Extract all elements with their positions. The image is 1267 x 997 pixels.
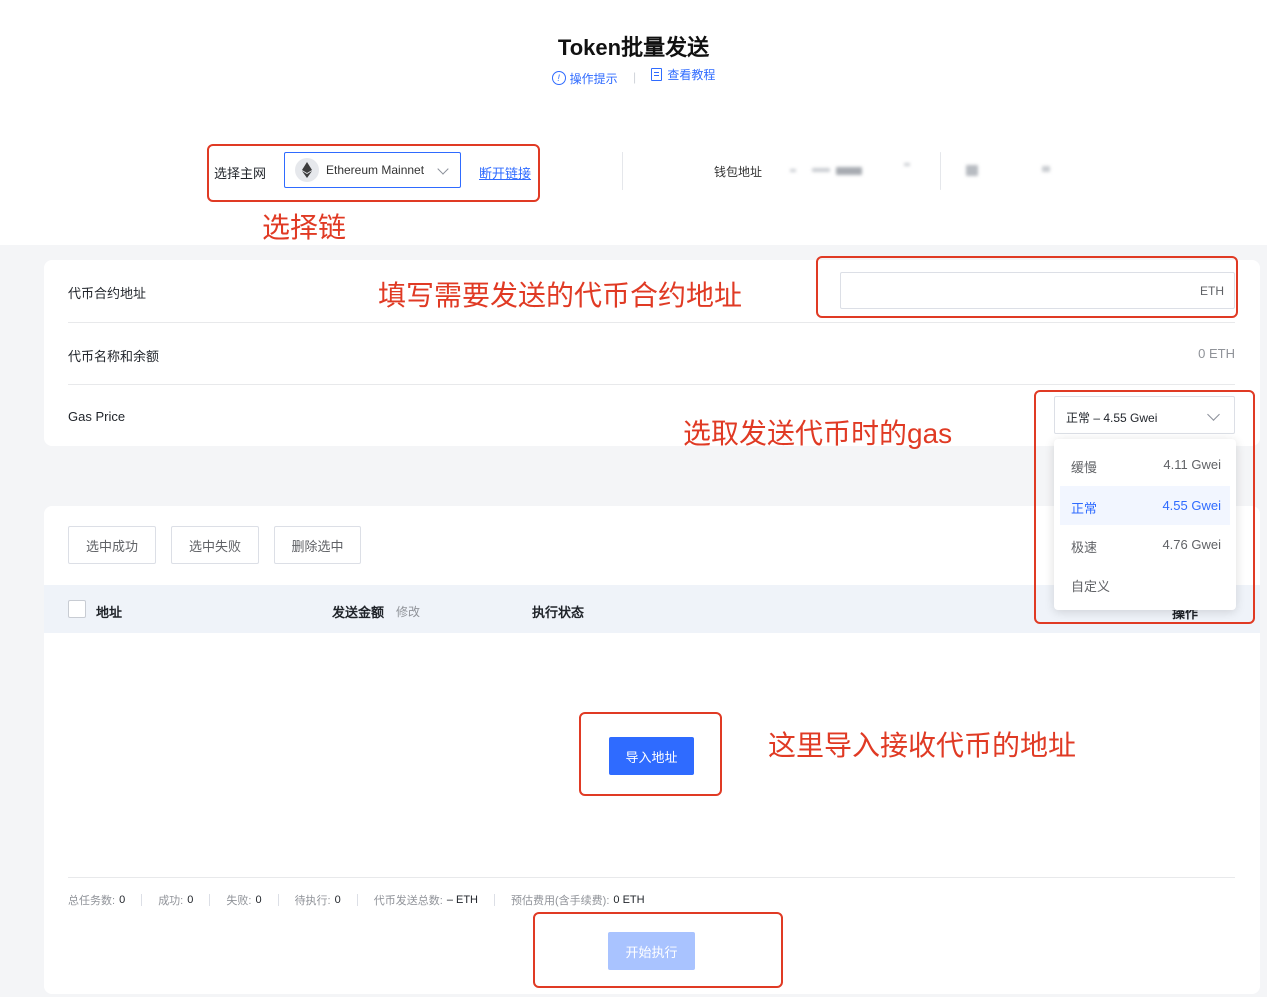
stat-total-label: 总任务数:	[68, 895, 116, 907]
annotation-import-addresses: 这里导入接收代币的地址	[768, 730, 1077, 761]
stat-separator	[209, 894, 211, 906]
stat-total: 0	[119, 894, 126, 906]
contract-address-label: 代币合约地址	[68, 286, 147, 301]
stat-separator	[277, 894, 279, 906]
name-balance-label: 代币名称和余额	[68, 349, 160, 364]
annotation-box-import	[579, 712, 722, 796]
footer-divider	[68, 877, 1235, 878]
row-divider	[68, 384, 1235, 385]
info-icon: !	[551, 71, 566, 85]
tutorial-link-label: 查看教程	[667, 68, 716, 82]
column-amount: 发送金额	[332, 605, 385, 620]
stat-amount: – ETH	[446, 894, 478, 906]
annotation-box-start	[533, 912, 783, 988]
stat-separator	[356, 894, 358, 906]
annotation-fill-contract: 填写需要发送的代币合约地址	[378, 280, 743, 311]
token-balance: 0 ETH	[1198, 346, 1235, 361]
row-divider	[68, 322, 1235, 323]
tutorial-link[interactable]: 查看教程	[651, 66, 715, 83]
wallet-address-redacted	[780, 152, 1080, 190]
task-stats: 总任务数: 0 成功: 0 失败: 0 待执行: 0 代币发送总数: – ETH 预估费用…	[68, 892, 645, 908]
annotation-box-contract	[816, 256, 1238, 318]
column-status: 执行状态	[532, 605, 585, 620]
stat-amount-label: 代币发送总数:	[373, 895, 443, 907]
stat-pending-label: 待执行:	[294, 895, 331, 907]
tips-link[interactable]: ! 操作提示	[551, 70, 618, 87]
stat-separator	[141, 894, 143, 906]
stat-success: 0	[187, 894, 194, 906]
document-icon	[651, 68, 663, 81]
column-address: 地址	[96, 605, 123, 620]
stat-fee: 0 ETH	[613, 894, 645, 906]
stat-fee-label: 预估费用(含手续费):	[511, 895, 610, 907]
select-failed-button[interactable]: 选中失败	[171, 526, 259, 564]
link-separator: |	[632, 70, 637, 84]
stat-failed-label: 失败:	[226, 895, 252, 907]
edit-amount-link[interactable]: 修改	[396, 603, 420, 620]
delete-selected-button[interactable]: 删除选中	[274, 526, 361, 564]
tips-link-label: 操作提示	[569, 71, 618, 86]
annotation-choose-gas: 选取发送代币时的gas	[683, 418, 953, 449]
select-all-checkbox[interactable]	[68, 600, 86, 618]
wallet-address-label: 钱包地址	[714, 165, 763, 179]
stat-success-label: 成功:	[158, 895, 184, 907]
divider	[622, 152, 623, 190]
select-success-button[interactable]: 选中成功	[68, 526, 156, 564]
annotation-box-network	[207, 144, 540, 202]
header-links: ! 操作提示 | 查看教程	[0, 66, 1267, 87]
annotation-box-gas	[1034, 390, 1255, 624]
annotation-choose-chain: 选择链	[262, 212, 347, 243]
stat-pending: 0	[334, 894, 341, 906]
gas-price-label: Gas Price	[68, 409, 126, 424]
page-title: Token批量发送	[557, 35, 710, 60]
stat-separator	[494, 894, 495, 906]
stat-failed: 0	[255, 894, 262, 906]
